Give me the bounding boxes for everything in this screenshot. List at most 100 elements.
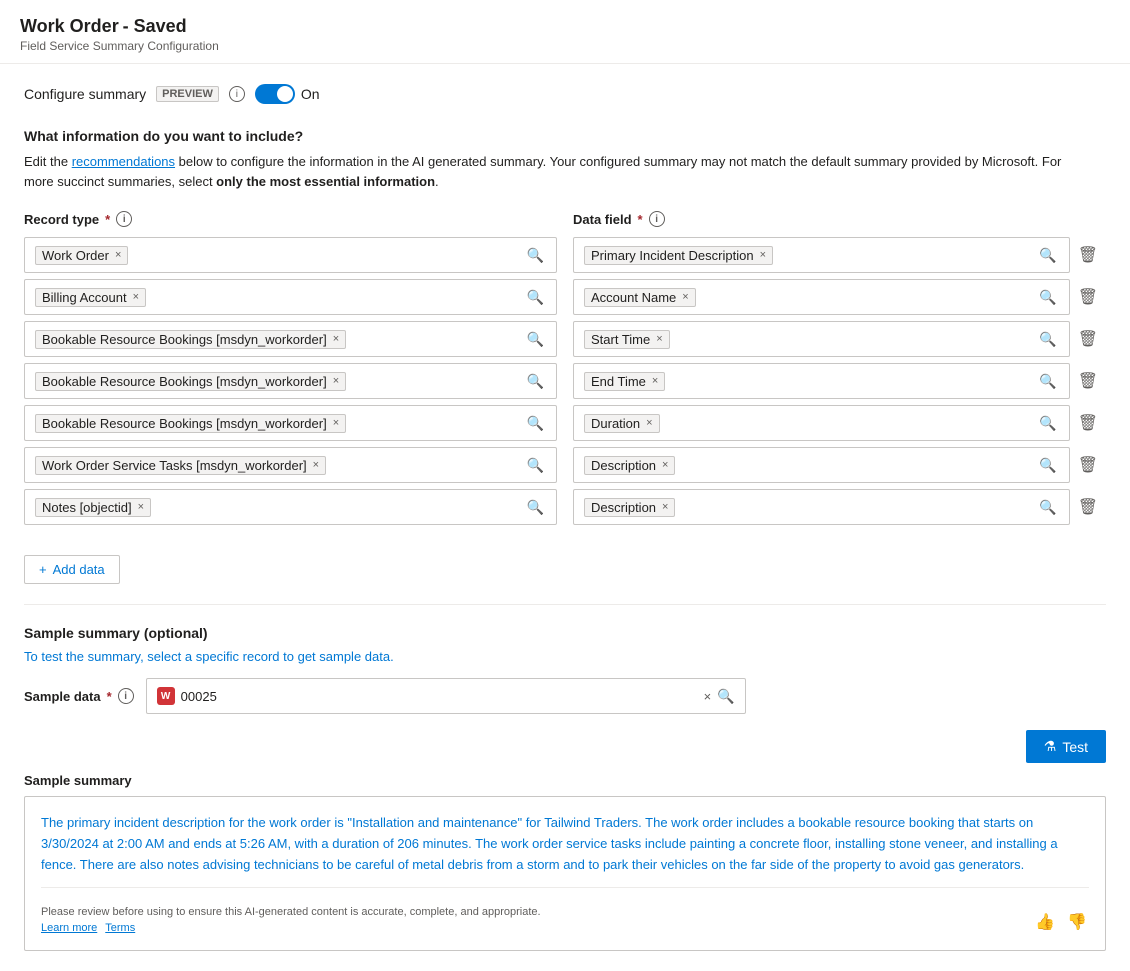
record-type-tag-7-remove[interactable]: × (138, 501, 144, 513)
data-field-search-3[interactable]: 🔍 (1037, 331, 1058, 348)
test-button-label: Test (1062, 739, 1088, 755)
record-type-tag-6: Work Order Service Tasks [msdyn_workorde… (35, 456, 326, 475)
record-type-tag-1-remove[interactable]: × (115, 249, 121, 261)
data-field-row-2: Account Name × 🔍 🗑 (573, 279, 1106, 315)
data-field-tag-7-remove[interactable]: × (662, 501, 668, 513)
data-field-label: Data field (573, 212, 632, 227)
sample-data-search-icon[interactable]: 🔍 (717, 688, 734, 705)
data-field-info-icon[interactable]: i (649, 211, 665, 227)
page-title: Work Order (20, 16, 119, 36)
data-field-input-2[interactable]: Account Name × 🔍 (573, 279, 1070, 315)
record-type-input-4[interactable]: Bookable Resource Bookings [msdyn_workor… (24, 363, 557, 399)
record-type-search-5[interactable]: 🔍 (525, 415, 546, 432)
footer-disclaimer: Please review before using to ensure thi… (41, 906, 541, 918)
record-type-input-1[interactable]: Work Order × 🔍 (24, 237, 557, 273)
data-field-input-4[interactable]: End Time × 🔍 (573, 363, 1070, 399)
record-type-input-7[interactable]: Notes [objectid] × 🔍 (24, 489, 557, 525)
recommendations-link[interactable]: recommendations (72, 154, 175, 169)
record-type-search-3[interactable]: 🔍 (525, 331, 546, 348)
record-type-search-7[interactable]: 🔍 (525, 499, 546, 516)
configure-label: Configure summary (24, 86, 146, 102)
sample-data-value: 00025 (181, 689, 698, 704)
data-field-tag-3-remove[interactable]: × (656, 333, 662, 345)
record-type-tag-4-remove[interactable]: × (333, 375, 339, 387)
summary-box: The primary incident description for the… (24, 796, 1106, 951)
data-field-tag-1: Primary Incident Description × (584, 246, 773, 265)
sample-data-info-icon[interactable]: i (118, 688, 134, 704)
record-type-search-4[interactable]: 🔍 (525, 373, 546, 390)
data-field-delete-7[interactable]: 🗑 (1070, 491, 1106, 523)
learn-more-link[interactable]: Learn more (41, 922, 97, 934)
configure-description: Edit the recommendations below to config… (24, 152, 1084, 191)
data-field-tag-1-remove[interactable]: × (760, 249, 766, 261)
data-field-delete-5[interactable]: 🗑 (1070, 407, 1106, 439)
record-type-row-3: Bookable Resource Bookings [msdyn_workor… (24, 321, 557, 357)
record-type-search-6[interactable]: 🔍 (525, 457, 546, 474)
thumbs-up-button[interactable]: 👍 (1033, 910, 1057, 934)
sample-data-label-text: Sample data (24, 689, 101, 704)
data-field-row-7: Description × 🔍 🗑 (573, 489, 1106, 525)
data-field-search-6[interactable]: 🔍 (1037, 457, 1058, 474)
record-type-input-6[interactable]: Work Order Service Tasks [msdyn_workorde… (24, 447, 557, 483)
record-type-tag-3-remove[interactable]: × (333, 333, 339, 345)
record-type-info-icon[interactable]: i (116, 211, 132, 227)
data-field-tag-5: Duration × (584, 414, 660, 433)
test-button[interactable]: ⚗ Test (1026, 730, 1106, 763)
summary-toggle[interactable] (255, 84, 295, 104)
data-field-delete-4[interactable]: 🗑 (1070, 365, 1106, 397)
sample-description: To test the summary, select a specific r… (24, 649, 1106, 664)
data-field-input-5[interactable]: Duration × 🔍 (573, 405, 1070, 441)
data-field-input-6[interactable]: Description × 🔍 (573, 447, 1070, 483)
data-field-required: * (638, 212, 643, 227)
data-field-input-3[interactable]: Start Time × 🔍 (573, 321, 1070, 357)
record-type-input-2[interactable]: Billing Account × 🔍 (24, 279, 557, 315)
data-field-tag-4-remove[interactable]: × (652, 375, 658, 387)
data-field-input-1[interactable]: Primary Incident Description × 🔍 (573, 237, 1070, 273)
summary-text: The primary incident description for the… (41, 813, 1089, 875)
data-field-row-1: Primary Incident Description × 🔍 🗑 (573, 237, 1106, 273)
record-type-tag-7: Notes [objectid] × (35, 498, 151, 517)
record-type-search-2[interactable]: 🔍 (525, 289, 546, 306)
record-type-label: Record type (24, 212, 99, 227)
data-field-tag-6-remove[interactable]: × (662, 459, 668, 471)
data-field-delete-3[interactable]: 🗑 (1070, 323, 1106, 355)
data-field-search-7[interactable]: 🔍 (1037, 499, 1058, 516)
add-data-button[interactable]: + Add data (24, 555, 120, 584)
record-type-column: Record type * i Work Order × 🔍 (24, 211, 557, 531)
thumbs-down-button[interactable]: 👎 (1065, 910, 1089, 934)
record-type-tag-2: Billing Account × (35, 288, 146, 307)
record-type-input-3[interactable]: Bookable Resource Bookings [msdyn_workor… (24, 321, 557, 357)
data-field-delete-1[interactable]: 🗑 (1070, 239, 1106, 271)
sample-summary-section: Sample summary (optional) To test the su… (24, 625, 1106, 714)
record-type-tag-5-remove[interactable]: × (333, 417, 339, 429)
record-type-input-5[interactable]: Bookable Resource Bookings [msdyn_workor… (24, 405, 557, 441)
terms-link[interactable]: Terms (105, 922, 135, 934)
data-field-search-5[interactable]: 🔍 (1037, 415, 1058, 432)
record-type-row-4: Bookable Resource Bookings [msdyn_workor… (24, 363, 557, 399)
data-field-search-4[interactable]: 🔍 (1037, 373, 1058, 390)
record-type-row-5: Bookable Resource Bookings [msdyn_workor… (24, 405, 557, 441)
data-field-search-2[interactable]: 🔍 (1037, 289, 1058, 306)
record-type-search-1[interactable]: 🔍 (525, 247, 546, 264)
data-field-delete-2[interactable]: 🗑 (1070, 281, 1106, 313)
add-data-plus-icon: + (39, 562, 47, 577)
data-field-tag-7: Description × (584, 498, 675, 517)
sample-data-input[interactable]: W 00025 × 🔍 (146, 678, 746, 714)
data-field-tag-5-remove[interactable]: × (646, 417, 652, 429)
test-flask-icon: ⚗ (1044, 738, 1057, 755)
data-field-tag-2-remove[interactable]: × (682, 291, 688, 303)
data-field-tag-6: Description × (584, 456, 675, 475)
sample-data-clear-icon[interactable]: × (704, 689, 712, 704)
record-type-tag-5: Bookable Resource Bookings [msdyn_workor… (35, 414, 346, 433)
data-field-input-7[interactable]: Description × 🔍 (573, 489, 1070, 525)
configure-info-icon[interactable]: i (229, 86, 245, 102)
record-type-required: * (105, 212, 110, 227)
data-field-row-5: Duration × 🔍 🗑 (573, 405, 1106, 441)
data-field-search-1[interactable]: 🔍 (1037, 247, 1058, 264)
record-type-tag-6-remove[interactable]: × (313, 459, 319, 471)
record-type-tag-2-remove[interactable]: × (133, 291, 139, 303)
page-subtitle: Field Service Summary Configuration (20, 39, 1110, 53)
sample-data-row: Sample data * i W 00025 × 🔍 (24, 678, 1106, 714)
record-type-tag-1: Work Order × (35, 246, 128, 265)
data-field-delete-6[interactable]: 🗑 (1070, 449, 1106, 481)
